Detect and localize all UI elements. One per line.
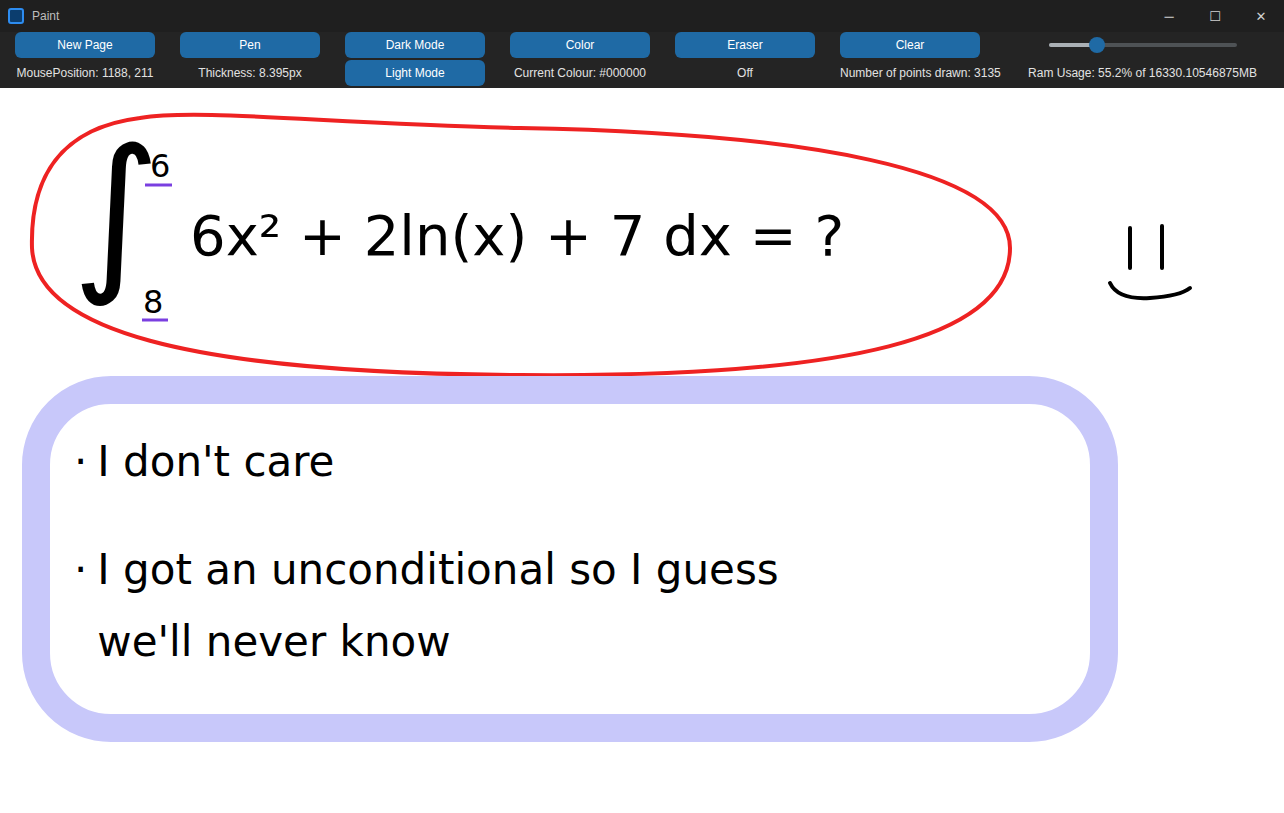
paint-window: Paint ─☐✕ New Page Pen Dark Mode Color Eraser C… xyxy=(0,0,1284,813)
note-bullet: · xyxy=(74,426,87,498)
status-label: MousePosition: 1188, 211 xyxy=(15,66,155,80)
integral-sign: ∫ xyxy=(72,126,161,296)
tool-button[interactable]: New Page xyxy=(15,32,155,58)
drawing-canvas[interactable]: ∫686x² + 2ln(x) + 7 dx = ?·I don't care·… xyxy=(0,88,1284,813)
slider-handle[interactable] xyxy=(1089,37,1105,53)
window-control-button[interactable]: ✕ xyxy=(1238,0,1284,32)
note-line: I don't care xyxy=(97,426,334,498)
slider-track[interactable] xyxy=(1049,43,1237,47)
purple-underline xyxy=(142,319,168,322)
note: ·I got an unconditional so I guesswe'll … xyxy=(74,534,779,678)
thickness-slider[interactable] xyxy=(1005,43,1280,47)
tool-button[interactable]: Light Mode xyxy=(345,60,485,86)
tool-button[interactable]: Dark Mode xyxy=(345,32,485,58)
smiley-icon xyxy=(1110,226,1190,298)
lower-limit: 8 xyxy=(143,286,163,318)
window-control-button[interactable]: ─ xyxy=(1146,0,1192,32)
status-label: Current Colour: #000000 xyxy=(510,66,650,80)
upper-limit: 6 xyxy=(150,150,170,182)
window-controls: ─☐✕ xyxy=(1146,0,1284,32)
note: ·I don't care xyxy=(74,426,334,498)
window-control-button[interactable]: ☐ xyxy=(1192,0,1238,32)
toolbar: New Page Pen Dark Mode Color Eraser Clear Mous… xyxy=(0,32,1284,88)
note-line: we'll never know xyxy=(97,606,778,678)
note-line: I got an unconditional so I guess xyxy=(97,534,778,606)
status-label: Off xyxy=(675,66,815,80)
tool-button[interactable]: Pen xyxy=(180,32,320,58)
status-label: Thickness: 8.395px xyxy=(180,66,320,80)
status-label: Number of points drawn: 3135 xyxy=(840,66,980,80)
red-circle-stroke xyxy=(32,115,1010,375)
integral-expression: 6x² + 2ln(x) + 7 dx = ? xyxy=(190,208,844,264)
tool-button[interactable]: Eraser xyxy=(675,32,815,58)
title-bar: Paint ─☐✕ xyxy=(0,0,1284,32)
tool-button[interactable]: Color xyxy=(510,32,650,58)
ram-usage-label: Ram Usage: 55.2% of 16330.10546875MB xyxy=(1005,66,1280,80)
note-bullet: · xyxy=(74,534,87,678)
app-icon xyxy=(8,8,24,24)
tool-button[interactable]: Clear xyxy=(840,32,980,58)
window-title: Paint xyxy=(32,9,1138,23)
lavender-cloud-stroke xyxy=(36,390,1104,728)
